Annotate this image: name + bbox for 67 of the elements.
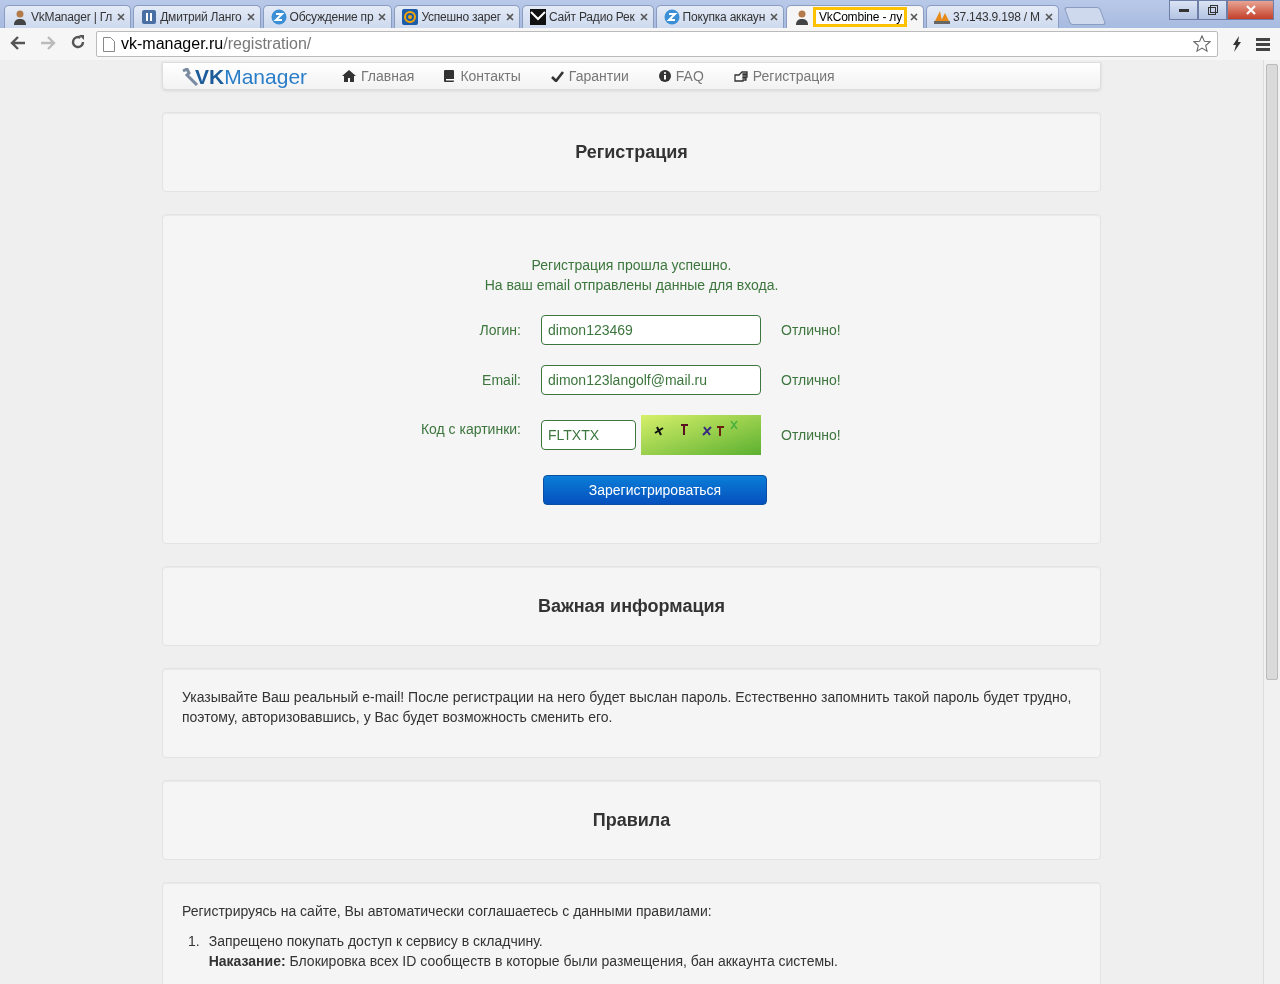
nav-link[interactable]: Контакты	[429, 68, 536, 84]
close-tab-icon[interactable]	[909, 11, 918, 23]
info-paragraph: Указывайте Ваш реальный e-mail! После регистрации на него будет выслан пароль. Естественно запомнить такой пароль будет трудно, поэтому, авторизовавшись, у Вас будет возможность сменить его.	[181, 688, 1073, 727]
section-title: Регистрация	[575, 141, 688, 163]
close-tab-icon[interactable]	[505, 11, 514, 23]
close-tab-icon[interactable]	[117, 11, 126, 23]
text-field[interactable]: dimon123469	[541, 315, 761, 345]
tab-favicon-icon	[12, 9, 28, 25]
info-icon	[658, 70, 671, 82]
tab-favicon-icon	[663, 9, 680, 25]
page-icon	[103, 36, 115, 52]
browser-tab[interactable]: Успешно зарег	[394, 5, 520, 28]
text-field[interactable]: dimon123langolf@mail.ru	[541, 365, 761, 395]
scrollbar[interactable]	[1263, 60, 1280, 984]
bookmark-star-icon[interactable]	[1193, 35, 1211, 53]
check-icon	[550, 70, 564, 82]
pointing-hand-icon	[733, 70, 748, 82]
success-message: На ваш email отправлены данные для входа.	[483, 276, 780, 295]
rule-text: Запрещено покупать доступ к сервису в складчину.	[208, 932, 544, 951]
close-tab-icon[interactable]	[770, 11, 779, 23]
validation-message: Отлично!	[781, 322, 841, 338]
nav-link[interactable]: Гарантии	[535, 68, 644, 84]
browser-tab[interactable]: Сайт Радио Рек	[521, 5, 654, 28]
tab-favicon-icon	[529, 9, 546, 25]
register-button[interactable]: Зарегистрироваться	[543, 475, 767, 505]
validation-message: Отлично!	[781, 427, 841, 443]
nav-link[interactable]: Главная	[327, 68, 430, 84]
browser-tab[interactable]: VkManager | Гл	[4, 5, 132, 28]
restore-icon	[1207, 5, 1218, 15]
tab-favicon-icon	[794, 9, 811, 25]
close-icon	[1245, 5, 1256, 15]
lightning-icon[interactable]	[1232, 36, 1242, 52]
field-label: Логин:	[478, 322, 521, 338]
address-field[interactable]: vk-manager.ru/registration/	[96, 31, 1218, 57]
success-message: Регистрация прошла успешно.	[530, 256, 733, 275]
restore-button[interactable]	[1198, 0, 1227, 20]
close-tab-icon[interactable]	[1044, 11, 1053, 23]
browser-tab[interactable]: Обсуждение пр	[262, 5, 393, 28]
section-title: Правила	[592, 809, 671, 831]
browser-tab[interactable]: Дмитрий Ланго	[133, 5, 261, 28]
tab-favicon-icon	[270, 9, 287, 25]
tab-favicon-icon	[933, 9, 950, 25]
site-logo[interactable]: VKManager	[181, 63, 308, 89]
minimize-button[interactable]	[1169, 0, 1198, 20]
field-label: Код с картинки:	[419, 420, 521, 437]
field-label: Email:	[481, 372, 521, 388]
menu-icon[interactable]	[1256, 37, 1270, 51]
tab-favicon-icon	[402, 9, 419, 25]
tab-favicon-icon	[141, 9, 158, 25]
browser-tab[interactable]: Покупка аккаун	[655, 5, 785, 28]
browser-tab[interactable]: 37.143.9.198 / М	[925, 5, 1059, 28]
minimize-icon	[1178, 8, 1189, 12]
close-button[interactable]	[1227, 0, 1274, 20]
list-number: 1.	[188, 932, 200, 951]
book-icon	[444, 70, 456, 82]
rules-intro: Регистрируясь на сайте, Вы автоматически соглашаетесь с данными правилами:	[182, 902, 713, 921]
penalty-text: Наказание: Блокировка всех ID сообществ в которые были размещения, бан аккаунта системы.	[208, 952, 838, 971]
close-tab-icon[interactable]	[246, 11, 255, 23]
browser-tab[interactable]: VkCombine - лу	[786, 5, 924, 28]
captcha-field[interactable]: FLTXTX	[541, 420, 636, 450]
home-icon	[342, 70, 357, 82]
validation-message: Отлично!	[781, 372, 841, 388]
section-title: Важная информация	[537, 595, 726, 617]
nav-link[interactable]: FAQ	[643, 68, 719, 84]
close-tab-icon[interactable]	[378, 11, 387, 23]
close-tab-icon[interactable]	[639, 11, 648, 23]
nav-link[interactable]: Регистрация	[718, 68, 850, 84]
